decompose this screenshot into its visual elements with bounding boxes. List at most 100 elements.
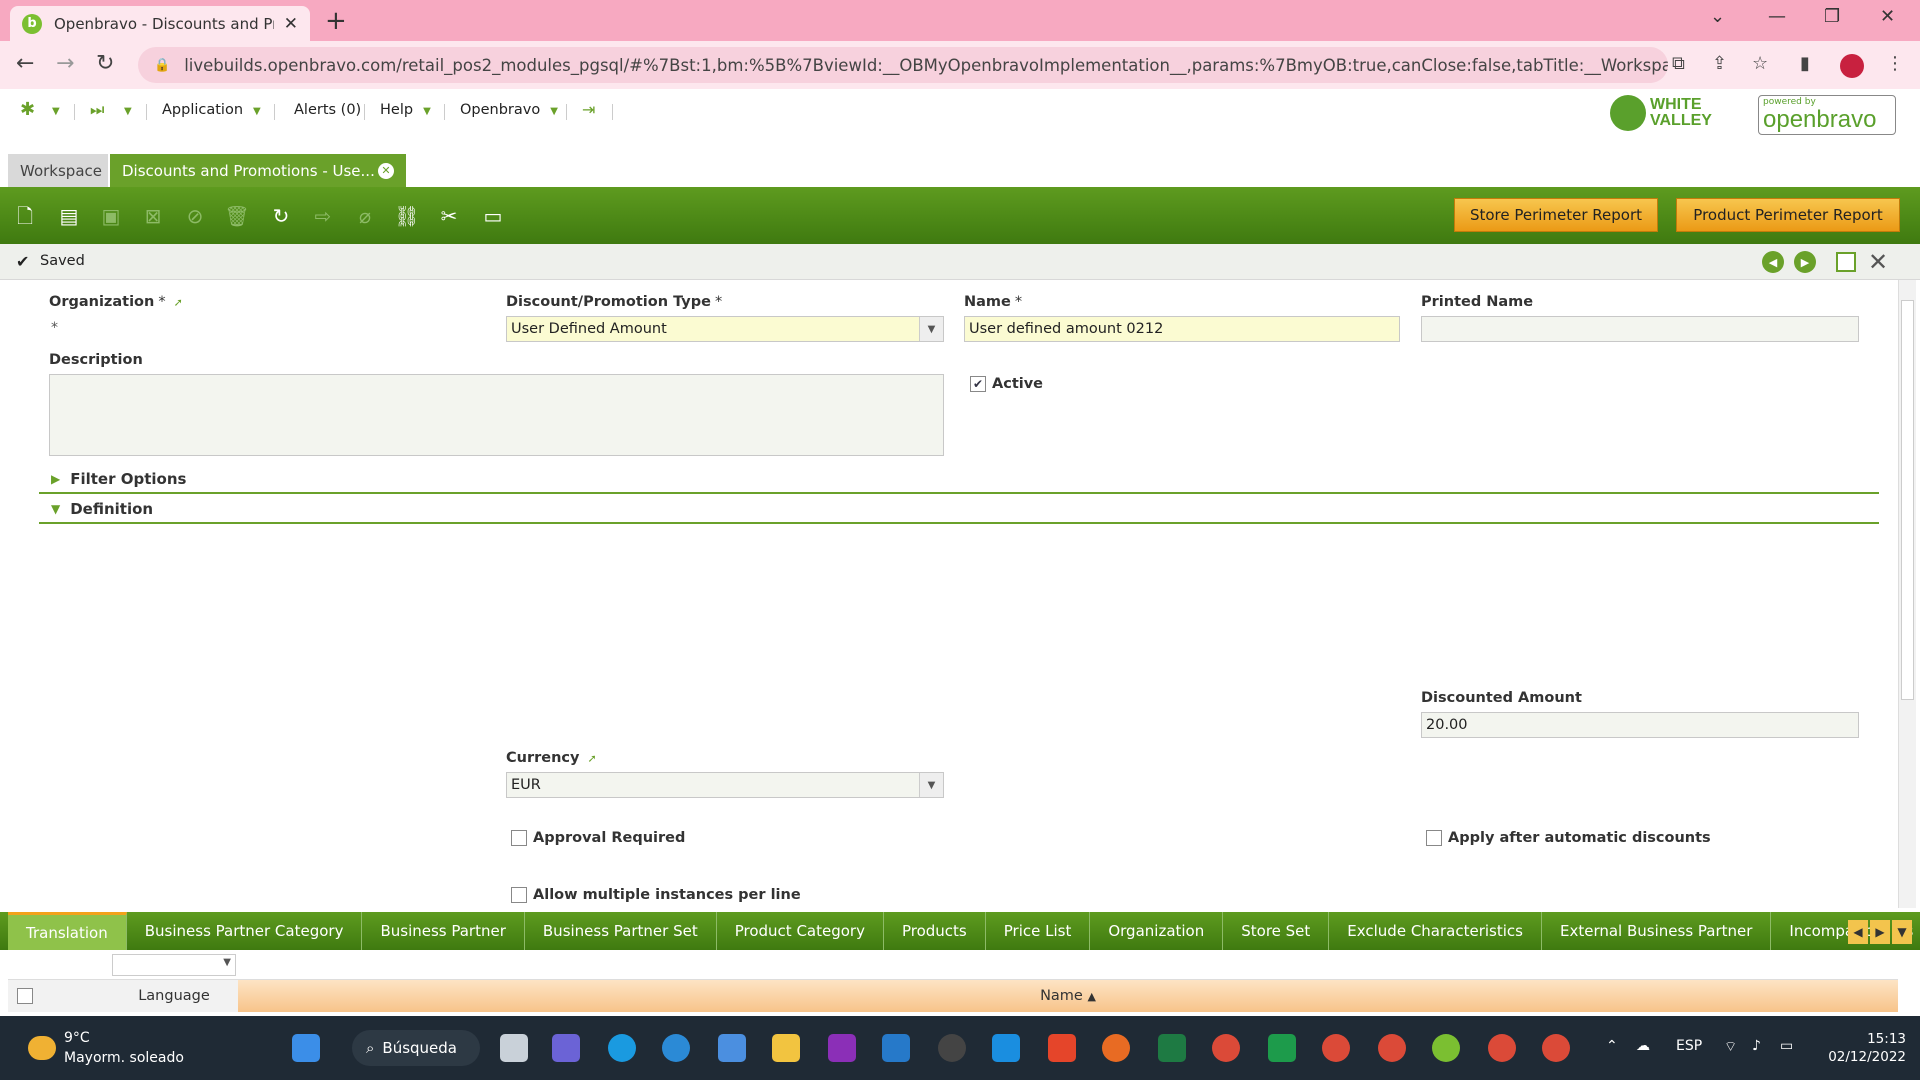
chrome-icon[interactable] [1542, 1034, 1570, 1062]
scroll-left-icon[interactable]: ◀ [1848, 920, 1868, 944]
chevron-up-icon[interactable]: ⌃ [1606, 1038, 1618, 1054]
user-menu[interactable]: Openbravo ▼ [460, 102, 558, 118]
tab-discounts-promotions[interactable]: Discounts and Promotions - Use... ✕ [110, 154, 406, 187]
form-view-icon[interactable]: ▭ [478, 201, 508, 231]
forward-icon[interactable]: → [56, 51, 74, 76]
logout-icon[interactable]: ⇥ [582, 100, 595, 119]
name-input[interactable]: User defined amount 0212 [964, 316, 1400, 342]
skype-icon[interactable] [608, 1034, 636, 1062]
export-icon[interactable]: ⇨ [308, 201, 338, 231]
onenote-icon[interactable] [828, 1034, 856, 1062]
volume-icon[interactable]: ♪ [1752, 1038, 1761, 1054]
alerts-menu[interactable]: Alerts (0) [294, 102, 361, 118]
column-language[interactable]: Language [112, 980, 236, 1012]
apply-after-row[interactable]: Apply after automatic discounts [1426, 830, 1711, 846]
subtab[interactable]: Product Category [717, 912, 884, 950]
language-indicator[interactable]: ESP [1676, 1038, 1702, 1054]
openbravo-icon[interactable] [1432, 1034, 1460, 1062]
windows-start-icon[interactable] [292, 1034, 320, 1062]
chrome-icon[interactable] [1488, 1034, 1516, 1062]
subtab[interactable]: Business Partner Category [127, 912, 363, 950]
column-name[interactable]: Name ▲ [238, 980, 1898, 1012]
subtab[interactable]: Business Partner Set [525, 912, 717, 950]
subtab[interactable]: Business Partner [362, 912, 525, 950]
tools-icon[interactable]: ✂ [434, 201, 464, 231]
share-icon[interactable]: ⇪ [1712, 53, 1727, 74]
snip-icon[interactable] [1048, 1034, 1076, 1062]
allow-multiple-checkbox[interactable] [511, 887, 527, 903]
url-input[interactable]: 🔒 livebuilds.openbravo.com/retail_pos2_m… [138, 47, 1668, 83]
filter-options-section[interactable]: ▶ Filter Options [39, 466, 1879, 494]
new-document-icon[interactable]: 🗋 [10, 201, 40, 231]
tab-workspace[interactable]: Workspace [8, 154, 108, 187]
subtab[interactable]: Products [884, 912, 986, 950]
obs-icon[interactable] [938, 1034, 966, 1062]
previous-record-icon[interactable]: ◀ [1762, 251, 1784, 273]
subtab[interactable]: Translation [8, 912, 127, 950]
save-icon[interactable]: ▣ [96, 201, 126, 231]
organization-value[interactable]: * [51, 320, 58, 336]
active-checkbox[interactable]: ✔ [970, 376, 986, 392]
promotion-type-select[interactable]: User Defined Amount ▼ [506, 316, 944, 342]
description-textarea[interactable] [49, 374, 944, 456]
close-tab-icon[interactable]: ✕ [378, 162, 394, 179]
back-icon[interactable]: ← [16, 51, 34, 76]
l-app-icon[interactable] [992, 1034, 1020, 1062]
subtab[interactable]: Exclude Characteristics [1329, 912, 1542, 950]
excel-icon[interactable] [1158, 1034, 1186, 1062]
currency-select[interactable]: EUR ▼ [506, 772, 944, 798]
store-perimeter-report-button[interactable]: Store Perimeter Report [1454, 198, 1658, 232]
taskbar-clock[interactable]: 15:13 02/12/2022 [1820, 1030, 1906, 1066]
restore-icon[interactable]: ❐ [1824, 6, 1840, 27]
next-record-icon[interactable]: ▶ [1794, 251, 1816, 273]
chrome-icon[interactable] [1378, 1034, 1406, 1062]
tab-close-icon[interactable]: ✕ [284, 14, 298, 34]
form-scrollbar[interactable] [1898, 280, 1916, 908]
refresh-icon[interactable]: ↻ [266, 201, 296, 231]
link-icon[interactable]: ⛓ [392, 201, 422, 231]
scroll-right-icon[interactable]: ▶ [1870, 920, 1890, 944]
store-icon[interactable] [718, 1034, 746, 1062]
profile-avatar[interactable] [1840, 54, 1864, 78]
help-menu[interactable]: Help ▼ [380, 102, 431, 118]
chrome-icon[interactable] [1322, 1034, 1350, 1062]
printed-name-input[interactable] [1421, 316, 1859, 342]
battery-icon[interactable]: ▭ [1780, 1038, 1793, 1054]
mail-icon[interactable] [882, 1034, 910, 1062]
delete-icon[interactable]: 🗑 [222, 201, 252, 231]
chat-icon[interactable] [1268, 1034, 1296, 1062]
minimize-icon[interactable]: — [1768, 6, 1786, 27]
maximize-icon[interactable] [1836, 252, 1856, 272]
chevron-down-icon[interactable]: ⌄ [1710, 6, 1725, 27]
taskbar-search[interactable]: ⌕ Búsqueda [352, 1030, 480, 1066]
teams-icon[interactable] [552, 1034, 580, 1062]
active-checkbox-row[interactable]: ✔ Active [970, 376, 1043, 392]
undo-icon[interactable]: ⊘ [180, 201, 210, 231]
subtab[interactable]: Price List [986, 912, 1091, 950]
language-filter-input[interactable]: ▼ [112, 954, 236, 976]
quick-launch-icon[interactable]: ✱ [20, 99, 35, 120]
apply-after-checkbox[interactable] [1426, 830, 1442, 846]
definition-section[interactable]: ▼ Definition [39, 496, 1879, 524]
chevron-down-icon[interactable]: ▼ [124, 106, 132, 117]
scrollbar-thumb[interactable] [1901, 300, 1914, 700]
chevron-down-icon[interactable]: ▼ [919, 317, 943, 341]
select-all-checkbox[interactable] [14, 980, 36, 1012]
allow-multiple-row[interactable]: Allow multiple instances per line [511, 887, 801, 903]
product-perimeter-report-button[interactable]: Product Perimeter Report [1676, 198, 1900, 232]
chevron-down-icon[interactable]: ▼ [52, 106, 60, 117]
chevron-down-icon[interactable]: ▼ [1892, 920, 1912, 944]
firefox-icon[interactable] [1102, 1034, 1130, 1062]
star-icon[interactable]: ☆ [1752, 53, 1768, 74]
chrome-icon[interactable] [1212, 1034, 1240, 1062]
recent-views-icon[interactable]: ⏭ [90, 100, 104, 120]
new-row-icon[interactable]: ▤ [54, 201, 84, 231]
chevron-down-icon[interactable]: ▼ [919, 773, 943, 797]
approval-required-checkbox[interactable] [511, 830, 527, 846]
subtab[interactable]: External Business Partner [1542, 912, 1772, 950]
browser-tab[interactable]: b Openbravo - Discounts and Prom ✕ [10, 6, 310, 41]
save-close-icon[interactable]: ⊠ [138, 201, 168, 231]
discounted-amount-input[interactable]: 20.00 [1421, 712, 1859, 738]
attachment-icon[interactable]: ⌀ [350, 201, 380, 231]
close-form-icon[interactable]: ✕ [1868, 250, 1888, 274]
